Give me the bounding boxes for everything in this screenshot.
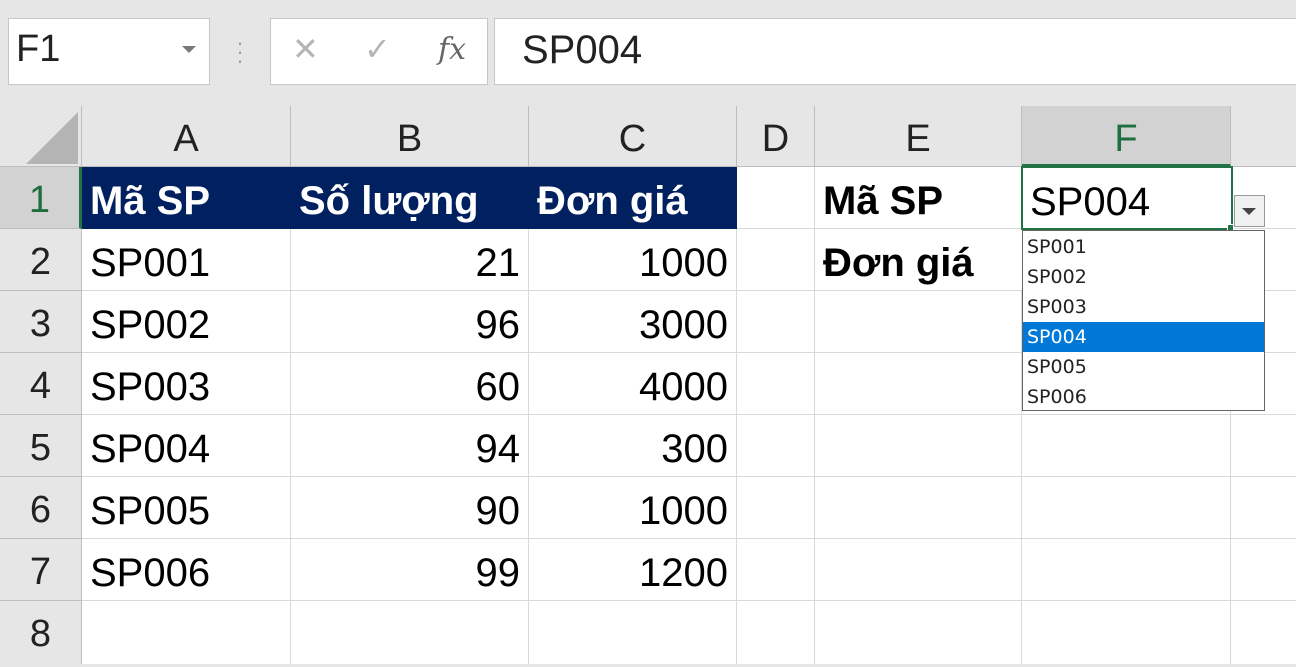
dropdown-option[interactable]: SP005 [1023,352,1264,382]
dropdown-option[interactable]: SP006 [1023,382,1264,412]
column-header-c[interactable]: C [529,106,737,167]
column-header-d[interactable]: D [737,106,815,167]
row-header-5[interactable]: 5 [0,415,82,477]
cell-c2[interactable]: 1000 [529,229,737,291]
formula-text: SP004 [522,28,643,72]
column-header-b[interactable]: B [291,106,529,167]
column-header-g[interactable] [1231,106,1296,167]
cell-a6[interactable]: SP005 [82,477,291,539]
cell-d7[interactable] [737,539,815,601]
dropdown-option[interactable]: SP003 [1023,292,1264,322]
cell-e5[interactable] [815,415,1022,477]
name-box-value: F1 [16,28,61,70]
row-header-7[interactable]: 7 [0,539,82,601]
row-header-6[interactable]: 6 [0,477,82,539]
cell-b2[interactable]: 21 [291,229,529,291]
cell-b3[interactable]: 96 [291,291,529,353]
cell-b8[interactable] [291,601,529,664]
cell-g5[interactable] [1231,415,1296,477]
more-vertical-icon: · · · [236,30,244,73]
cell-f7[interactable] [1022,539,1231,601]
insert-function-icon[interactable]: fx [438,32,466,67]
column-header-a[interactable]: A [82,106,291,167]
chevron-down-icon[interactable] [1242,208,1256,215]
row-header-4[interactable]: 4 [0,353,82,415]
row-header-8[interactable]: 8 [0,601,82,664]
dropdown-option[interactable]: SP002 [1023,262,1264,292]
dropdown-option-selected[interactable]: SP004 [1023,322,1264,352]
cell-c3[interactable]: 3000 [529,291,737,353]
cell-e1[interactable]: Mã SP [815,167,1022,229]
column-header-f[interactable]: F [1022,106,1231,167]
cell-a3[interactable]: SP002 [82,291,291,353]
cell-c7[interactable]: 1200 [529,539,737,601]
cell-a8[interactable] [82,601,291,664]
cell-c6[interactable]: 1000 [529,477,737,539]
cell-e8[interactable] [815,601,1022,664]
cell-b7[interactable]: 99 [291,539,529,601]
dropdown-option[interactable]: SP001 [1023,232,1264,262]
cell-d2[interactable] [737,229,815,291]
cell-b5[interactable]: 94 [291,415,529,477]
row-header-1[interactable]: 1 [0,167,82,229]
cell-g8[interactable] [1231,601,1296,664]
cell-a4[interactable]: SP003 [82,353,291,415]
cell-f5[interactable] [1022,415,1231,477]
cell-e7[interactable] [815,539,1022,601]
cell-b6[interactable]: 90 [291,477,529,539]
cell-f8[interactable] [1022,601,1231,664]
cell-c1[interactable]: Đơn giá [529,167,737,229]
cell-a7[interactable]: SP006 [82,539,291,601]
cell-g7[interactable] [1231,539,1296,601]
check-icon[interactable]: ✓ [364,30,391,68]
cell-e2[interactable]: Đơn giá [815,229,1022,291]
cell-d4[interactable] [737,353,815,415]
cell-e6[interactable] [815,477,1022,539]
cell-d1[interactable] [737,167,815,229]
cell-a1[interactable]: Mã SP [82,167,291,229]
row-header-3[interactable]: 3 [0,291,82,353]
row-header-2[interactable]: 2 [0,229,82,291]
chevron-down-icon[interactable] [182,46,196,53]
cell-e4[interactable] [815,353,1022,415]
cell-b4[interactable]: 60 [291,353,529,415]
cell-d8[interactable] [737,601,815,664]
cell-a5[interactable]: SP004 [82,415,291,477]
cell-c4[interactable]: 4000 [529,353,737,415]
cell-d3[interactable] [737,291,815,353]
close-icon[interactable]: ✕ [292,30,319,68]
cell-d5[interactable] [737,415,815,477]
select-all-icon[interactable] [26,112,78,164]
cell-c5[interactable]: 300 [529,415,737,477]
cell-g6[interactable] [1231,477,1296,539]
cell-c8[interactable] [529,601,737,664]
cell-f1-value: SP004 [1030,180,1151,224]
cell-f6[interactable] [1022,477,1231,539]
cell-a2[interactable]: SP001 [82,229,291,291]
column-header-e[interactable]: E [815,106,1022,167]
cell-d6[interactable] [737,477,815,539]
cell-b1[interactable]: Số lượng [291,167,529,229]
cell-e3[interactable] [815,291,1022,353]
